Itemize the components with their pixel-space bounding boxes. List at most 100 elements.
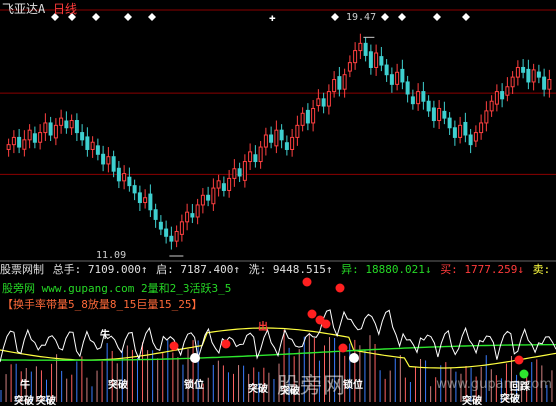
candle-down <box>74 120 79 134</box>
signal-diamond <box>148 13 156 21</box>
candle-up <box>274 129 279 147</box>
candle-down <box>400 68 405 83</box>
candle-up <box>458 124 463 138</box>
candle-up <box>227 177 232 191</box>
indicator-legend-line1: 股旁网 www.gupang.com 2量和2_3活跃3_5 <box>2 282 232 295</box>
candle-down <box>389 74 394 85</box>
candle-up <box>11 136 16 146</box>
candle-up <box>374 52 379 68</box>
candle-down <box>542 76 547 90</box>
candle-down <box>337 76 342 90</box>
candle-up <box>90 141 95 150</box>
candle-down <box>447 117 452 129</box>
candle-down <box>526 68 531 83</box>
candle-up <box>59 117 64 126</box>
candle-up <box>515 66 520 78</box>
candle-up <box>174 230 179 242</box>
candle-down <box>379 56 384 66</box>
candle-up <box>43 122 48 134</box>
signal-dot <box>169 341 179 351</box>
candle-up <box>484 110 489 124</box>
candle-down <box>442 110 447 119</box>
candle-down <box>452 127 457 138</box>
candle-up <box>547 79 552 90</box>
candle-up <box>416 91 421 105</box>
candle-up <box>69 120 74 129</box>
candle-down <box>116 167 121 182</box>
watermark-url: www.gupang.com <box>436 377 552 392</box>
signal-label: 突破 <box>36 396 56 406</box>
candle-up <box>38 132 43 143</box>
candle-down <box>132 185 137 194</box>
candle-down <box>368 51 373 68</box>
yellow-average-line <box>0 327 556 369</box>
candle-down <box>521 66 526 73</box>
candle-down <box>48 122 53 136</box>
candle-down <box>148 193 153 211</box>
candle-up <box>295 124 300 138</box>
candle-up <box>263 134 268 148</box>
candle-down <box>111 156 116 172</box>
candle-down <box>237 168 242 177</box>
candle-down <box>284 142 289 150</box>
face-icon <box>349 353 359 363</box>
candle-down <box>405 81 410 95</box>
signal-diamond <box>398 13 406 21</box>
candle-down <box>279 129 284 141</box>
candle-up <box>6 144 11 150</box>
candle-up <box>505 86 510 96</box>
signal-label: 锁位 <box>184 380 204 391</box>
candle-up <box>489 100 494 112</box>
candle-up <box>290 136 295 150</box>
candle-up <box>195 204 200 218</box>
signal-diamond <box>124 13 132 21</box>
signal-diamond <box>433 13 441 21</box>
signal-dot <box>302 277 312 287</box>
period-label[interactable]: 日线 <box>53 0 77 17</box>
candle-up <box>248 151 253 163</box>
candle-down <box>426 100 431 112</box>
candle-down <box>221 183 226 191</box>
signal-label: 出 <box>258 322 268 333</box>
candle-up <box>353 50 358 64</box>
signal-dot <box>307 309 317 319</box>
candle-up <box>242 161 247 181</box>
candle-down <box>85 136 90 150</box>
candle-down <box>80 132 85 141</box>
signal-label: 锁位 <box>343 380 363 391</box>
watermark-logo: 股旁网 <box>276 374 346 399</box>
candle-up <box>122 173 127 182</box>
cross-marker: ✚ <box>269 11 276 24</box>
candle-down <box>95 145 100 155</box>
candle-down <box>321 98 326 107</box>
candle-up <box>332 79 337 93</box>
candle-up <box>311 107 316 124</box>
candle-down <box>269 134 274 143</box>
candle-down <box>64 120 69 129</box>
candle-up <box>200 194 205 206</box>
candle-up <box>316 98 321 107</box>
candle-up <box>510 76 515 88</box>
candle-up <box>395 71 400 85</box>
signal-label: 牛 <box>100 330 110 341</box>
signal-dot <box>514 355 524 365</box>
candle-up <box>22 139 27 150</box>
signal-dot <box>335 283 345 293</box>
candle-down <box>384 64 389 76</box>
price-chart[interactable]: ✚ <box>0 0 556 262</box>
indicator-legend-line2: 【换手率带量5_8放量8_15巨量15_25】 <box>2 298 203 311</box>
candle-up <box>531 69 536 83</box>
candle-down <box>158 221 163 230</box>
candle-up <box>326 91 331 107</box>
candle-up <box>479 122 484 134</box>
candle-down <box>431 107 436 122</box>
candle-down <box>190 213 195 218</box>
candle-up <box>300 112 305 126</box>
candle-down <box>463 121 468 136</box>
signal-label: 突破 <box>108 380 128 391</box>
candle-down <box>363 42 368 56</box>
signal-dot <box>321 319 331 329</box>
candle-down <box>253 154 258 163</box>
signal-diamond <box>462 13 470 21</box>
face-icon <box>190 353 200 363</box>
